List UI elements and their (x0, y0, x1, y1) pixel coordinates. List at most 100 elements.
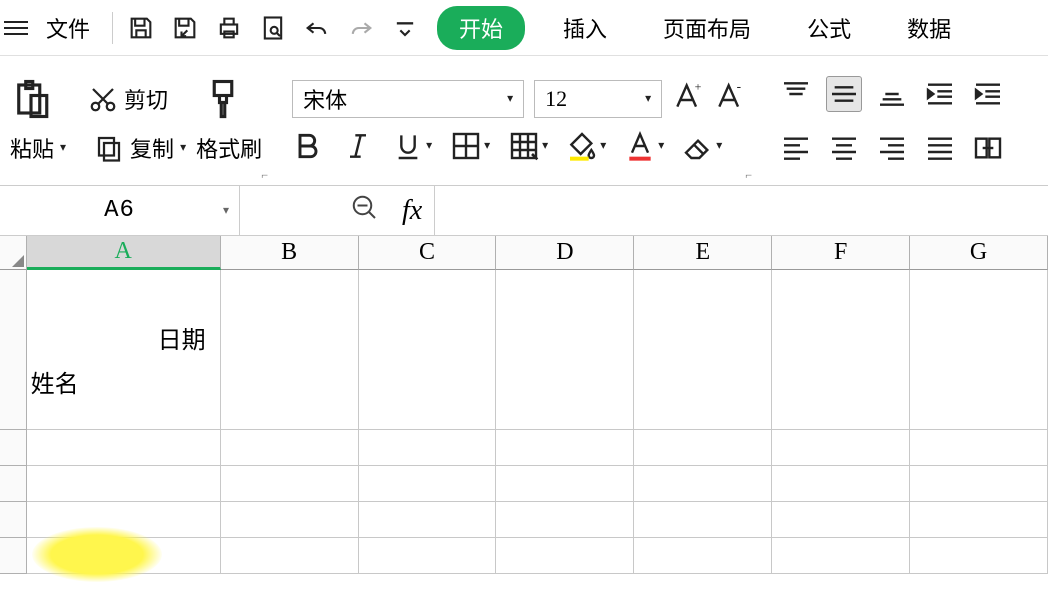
italic-button[interactable] (342, 130, 374, 162)
name-box[interactable]: A6 ▾ (0, 186, 240, 235)
cell-G3[interactable] (910, 466, 1048, 502)
menubar: 文件 开始 插入 页面布局 公式 数据 (0, 0, 1048, 56)
row-head-1[interactable] (0, 270, 27, 430)
justify-icon[interactable] (922, 130, 958, 166)
cell-A3[interactable] (27, 466, 221, 502)
cell-B4[interactable] (221, 502, 359, 538)
cell-B2[interactable] (221, 430, 359, 466)
row-head-4[interactable] (0, 502, 27, 538)
col-head-A[interactable]: A (27, 236, 221, 270)
increase-indent-icon[interactable] (970, 76, 1006, 112)
paste-button[interactable] (10, 78, 52, 120)
cut-button[interactable]: 剪切 (88, 83, 168, 115)
tab-formula[interactable]: 公式 (789, 6, 869, 50)
cell-E3[interactable] (634, 466, 772, 502)
fill-color-button[interactable]: ▾ (566, 130, 606, 162)
font-group-launcher-icon[interactable]: ⌐ (745, 168, 752, 183)
cell-A2[interactable] (27, 430, 221, 466)
cell-C5[interactable] (359, 538, 497, 574)
cell-D4[interactable] (496, 502, 634, 538)
cell-G1[interactable] (910, 270, 1048, 430)
cell-E2[interactable] (634, 430, 772, 466)
cell-E5[interactable] (634, 538, 772, 574)
cell-B1[interactable] (221, 270, 359, 430)
cell-F5[interactable] (772, 538, 910, 574)
save-as-icon[interactable] (165, 8, 205, 48)
cell-D3[interactable] (496, 466, 634, 502)
cell-style-button[interactable]: ▾ (508, 130, 548, 162)
align-left-icon[interactable] (778, 130, 814, 166)
decrease-font-icon[interactable]: - (714, 80, 746, 117)
bold-button[interactable] (292, 130, 324, 162)
underline-button[interactable]: ▾ (392, 130, 432, 162)
zoom-out-icon[interactable] (350, 193, 380, 228)
borders-button[interactable]: ▾ (450, 130, 490, 162)
alignment-group (778, 76, 1006, 166)
row-2 (0, 430, 1048, 466)
merge-cells-icon[interactable] (970, 130, 1006, 166)
cell-C2[interactable] (359, 430, 497, 466)
name-box-dropdown-icon[interactable]: ▾ (223, 203, 229, 218)
tab-layout[interactable]: 页面布局 (645, 6, 769, 50)
group-launcher-icon[interactable]: ⌐ (261, 168, 268, 183)
select-all-corner[interactable] (0, 236, 27, 270)
tab-start[interactable]: 开始 (437, 6, 525, 50)
cell-B3[interactable] (221, 466, 359, 502)
cell-C1[interactable] (359, 270, 497, 430)
fx-label[interactable]: fx (402, 195, 422, 227)
ribbon: 剪切 粘贴▾ 复制 ▾ 格式刷 ⌐ 宋体 (0, 56, 1048, 186)
paste-label: 粘贴 (10, 132, 54, 164)
save-icon[interactable] (121, 8, 161, 48)
cell-E4[interactable] (634, 502, 772, 538)
tab-insert[interactable]: 插入 (545, 6, 625, 50)
formula-input[interactable] (434, 186, 1048, 235)
cell-C3[interactable] (359, 466, 497, 502)
tab-data[interactable]: 数据 (889, 6, 969, 50)
cell-F4[interactable] (772, 502, 910, 538)
align-top-icon[interactable] (778, 76, 814, 112)
cell-A1[interactable]: 日期 姓名 (27, 270, 221, 430)
print-preview-icon[interactable] (253, 8, 293, 48)
print-icon[interactable] (209, 8, 249, 48)
cell-F2[interactable] (772, 430, 910, 466)
row-head-5[interactable] (0, 538, 27, 574)
row-head-3[interactable] (0, 466, 27, 502)
cell-A1-date: 日期 (158, 320, 206, 355)
align-bottom-icon[interactable] (874, 76, 910, 112)
col-head-D[interactable]: D (496, 236, 634, 270)
format-painter-label-button[interactable]: 格式刷 (196, 132, 262, 164)
cell-G2[interactable] (910, 430, 1048, 466)
font-name-select[interactable]: 宋体 ▾ (292, 80, 524, 118)
col-head-C[interactable]: C (359, 236, 497, 270)
eraser-button[interactable]: ▾ (682, 130, 722, 162)
cell-F1[interactable] (772, 270, 910, 430)
col-head-B[interactable]: B (221, 236, 359, 270)
copy-button[interactable]: 复制 ▾ (94, 132, 186, 164)
format-painter-button[interactable] (202, 78, 244, 120)
cell-F3[interactable] (772, 466, 910, 502)
col-head-G[interactable]: G (910, 236, 1048, 270)
cell-G5[interactable] (910, 538, 1048, 574)
col-head-E[interactable]: E (634, 236, 772, 270)
align-middle-icon[interactable] (826, 76, 862, 112)
cell-D1[interactable] (496, 270, 634, 430)
quick-access-dropdown-icon[interactable] (385, 8, 425, 48)
cell-D2[interactable] (496, 430, 634, 466)
undo-icon[interactable] (297, 8, 337, 48)
font-color-button[interactable]: ▾ (624, 130, 664, 162)
align-center-icon[interactable] (826, 130, 862, 166)
font-size-select[interactable]: 12 ▾ (534, 80, 662, 118)
hamburger-icon[interactable] (4, 17, 28, 39)
cell-E1[interactable] (634, 270, 772, 430)
paste-label-button[interactable]: 粘贴▾ (10, 132, 66, 164)
align-right-icon[interactable] (874, 130, 910, 166)
cell-D5[interactable] (496, 538, 634, 574)
decrease-indent-icon[interactable] (922, 76, 958, 112)
cell-B5[interactable] (221, 538, 359, 574)
file-menu[interactable]: 文件 (32, 6, 104, 50)
cell-G4[interactable] (910, 502, 1048, 538)
row-head-2[interactable] (0, 430, 27, 466)
cell-C4[interactable] (359, 502, 497, 538)
increase-font-icon[interactable]: + (672, 80, 704, 117)
col-head-F[interactable]: F (772, 236, 910, 270)
